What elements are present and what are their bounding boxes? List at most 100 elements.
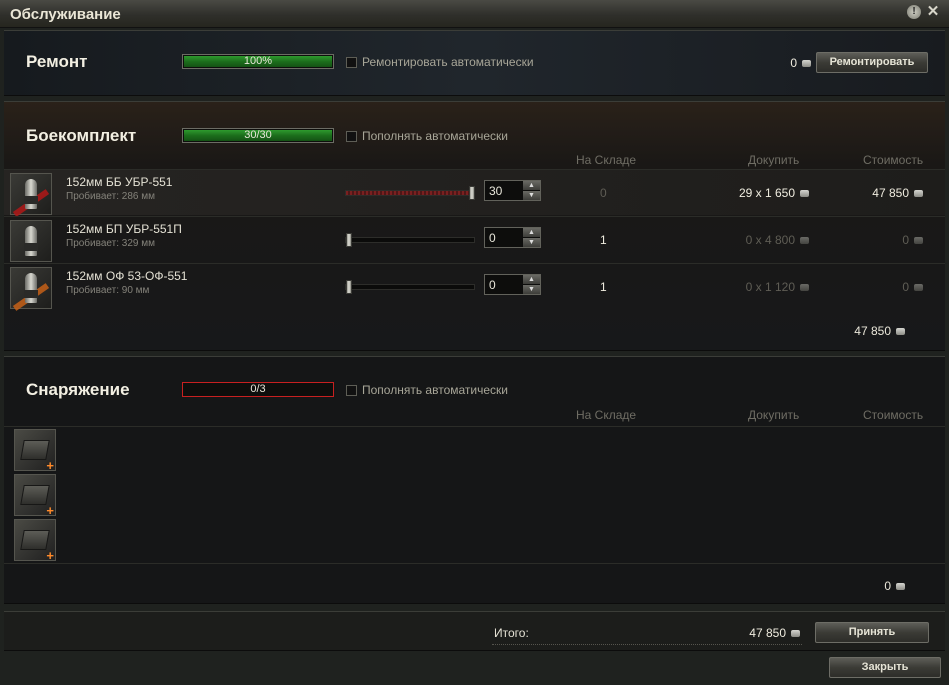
ammo-stock: 0 [600,186,607,200]
credits-icon [914,284,923,291]
equipment-title: Снаряжение [26,380,130,399]
credits-icon [896,583,905,590]
checkbox-box[interactable] [346,130,357,142]
repair-cost: 0 [790,56,811,70]
ammo-row[interactable]: 152мм ББ УБР-551 Пробивает: 286 мм ▲ ▼ 0… [4,169,945,217]
slider-handle[interactable] [469,186,475,200]
ammo-cost: 0 [902,233,923,247]
ammo-progress-label: 30/30 [244,129,272,141]
credits-icon [800,237,809,244]
total-value-text: 47 850 [749,626,786,640]
ammo-quantity-stepper[interactable]: ▲ ▼ [484,227,541,248]
equipment-progress-bar: 0/3 [182,382,334,397]
stepper-down-icon[interactable]: ▼ [523,191,540,200]
add-icon[interactable]: + [46,548,54,563]
ammo-auto-label: Пополнять автоматически [362,129,508,143]
stepper-down-icon[interactable]: ▼ [523,285,540,294]
slider-handle[interactable] [346,280,352,294]
ammo-buy-value: 29 x 1 650 [738,186,795,200]
repair-progress-bar: 100% [182,54,334,69]
ammo-quantity-stepper[interactable]: ▲ ▼ [484,274,541,295]
ammo-progress-bar: 30/30 [182,128,334,143]
credits-icon [896,328,905,335]
equipment-slot[interactable]: + [14,519,56,563]
ammo-cost-value: 47 850 [872,186,909,200]
ammo-row[interactable]: 152мм ОФ 53-ОФ-551 Пробивает: 90 мм ▲ ▼ … [4,263,945,311]
add-icon[interactable]: + [46,458,54,473]
ammo-stock: 1 [600,280,607,294]
add-icon[interactable]: + [46,503,54,518]
stepper-up-icon[interactable]: ▲ [523,275,540,284]
ammo-cost: 0 [902,280,923,294]
equipment-sum: 0 [884,579,905,593]
equipment-sum-value: 0 [884,579,891,593]
credits-icon [914,237,923,244]
accept-button[interactable]: Принять [815,622,929,643]
total-value: 47 850 [749,626,800,640]
ammo-cost-value: 0 [902,280,909,294]
col-header-cost: Стоимость [863,153,924,167]
ammo-buy-value: 0 x 1 120 [745,280,795,294]
ammo-slider[interactable] [345,186,475,200]
ammo-quantity-stepper[interactable]: ▲ ▼ [484,180,541,201]
ammo-quantity-input[interactable] [485,275,522,294]
ammo-cost: 47 850 [872,186,923,200]
credits-icon [802,60,811,67]
col-header-stock: На Складе [576,153,637,167]
repair-button[interactable]: Ремонтировать [816,52,928,73]
window-titlebar: Обслуживание ! ✕ [0,0,949,28]
ap-shell-icon [10,173,52,217]
ammo-slider[interactable] [345,233,475,247]
repair-auto-checkbox[interactable]: Ремонтировать автоматически [346,55,534,69]
ammo-name: 152мм ОФ 53-ОФ-551 [66,269,188,283]
close-icon[interactable]: ✕ [926,4,940,20]
ammo-auto-checkbox[interactable]: Пополнять автоматически [346,129,508,143]
repair-cost-value: 0 [790,56,797,70]
equipment-auto-label: Пополнять автоматически [362,383,508,397]
slider-fill [346,191,474,195]
ammo-sum: 47 850 [854,324,905,338]
stepper-down-icon[interactable]: ▼ [523,238,540,247]
col-header-buy: Докупить [748,408,800,422]
equipment-crate-icon [20,530,50,550]
checkbox-box[interactable] [346,384,357,396]
repair-auto-label: Ремонтировать автоматически [362,55,534,69]
close-button[interactable]: Закрыть [829,657,941,678]
ammo-buy: 0 x 1 120 [746,280,809,294]
repair-section: Ремонт 100% Ремонтировать автоматически … [4,30,945,96]
he-shell-icon [10,267,52,311]
ammo-name: 152мм БП УБР-551П [66,222,182,236]
ammo-slider[interactable] [345,280,475,294]
ammo-stock: 1 [600,233,607,247]
ammo-row[interactable]: 152мм БП УБР-551П Пробивает: 329 мм ▲ ▼ … [4,216,945,262]
ammo-buy: 0 x 4 800 [746,233,809,247]
stepper-up-icon[interactable]: ▲ [523,181,540,190]
ammo-buy: 29 x 1 650 [739,186,809,200]
slider-handle[interactable] [346,233,352,247]
equipment-crate-icon [20,485,50,505]
credits-icon [791,630,800,637]
credits-icon [800,284,809,291]
ammo-title: Боекомплект [26,126,137,145]
equipment-auto-checkbox[interactable]: Пополнять автоматически [346,383,508,397]
ammo-penetration: Пробивает: 286 мм [66,191,155,202]
ammo-quantity-input[interactable] [485,228,522,247]
equipment-crate-icon [20,440,50,460]
window-title: Обслуживание [10,6,121,23]
checkbox-box[interactable] [346,56,357,68]
ammo-buy-value: 0 x 4 800 [745,233,795,247]
credits-icon [800,190,809,197]
total-section: Итого: 47 850 Принять [4,611,945,651]
ammo-penetration: Пробивает: 90 мм [66,285,150,296]
equipment-slot[interactable]: + [14,474,56,518]
equipment-slot[interactable]: + [14,429,56,473]
col-header-stock: На Складе [576,408,637,422]
ammo-cost-value: 0 [902,233,909,247]
equipment-progress-label: 0/3 [250,383,266,395]
help-icon[interactable]: ! [907,5,921,19]
ammo-sum-value: 47 850 [854,324,891,338]
credits-icon [914,190,923,197]
ammo-quantity-input[interactable] [485,181,522,200]
stepper-up-icon[interactable]: ▲ [523,228,540,237]
repair-progress-label: 100% [243,55,273,67]
